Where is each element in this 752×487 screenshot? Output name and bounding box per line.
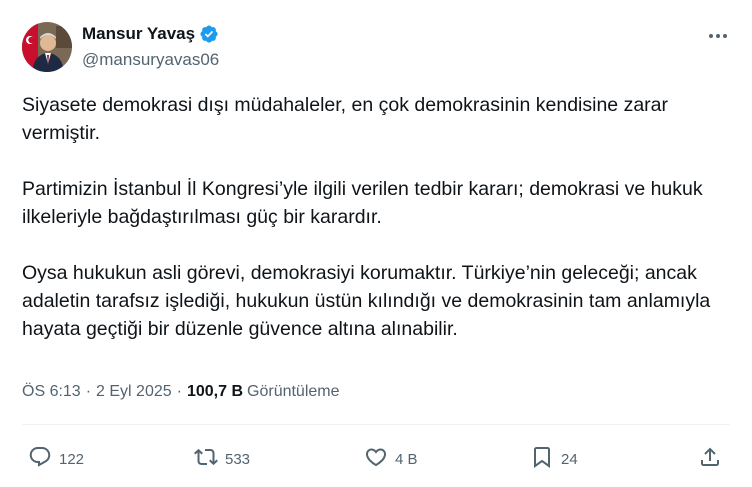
author-handle[interactable]: @mansuryavas06 — [82, 50, 219, 70]
retweet-button[interactable]: 533 — [194, 445, 250, 473]
tweet-meta: ÖS 6:13 · 2 Eyl 2025 · 100,7 B Görüntüle… — [22, 383, 340, 401]
bookmark-icon — [530, 445, 554, 473]
like-count: 4 B — [395, 450, 418, 468]
action-bar: 122 533 4 B 24 — [28, 445, 728, 473]
meta-separator: · — [85, 383, 92, 400]
share-icon — [698, 445, 722, 473]
like-button[interactable]: 4 B — [364, 445, 418, 473]
reply-button[interactable]: 122 — [28, 445, 84, 473]
retweet-count: 533 — [225, 450, 251, 468]
tweet-text: Siyasete demokrasi dışı müdahaleler, en … — [22, 91, 732, 371]
reply-icon — [28, 445, 52, 473]
share-button[interactable] — [698, 445, 722, 473]
author-name[interactable]: Mansur Yavaş — [82, 24, 195, 44]
author-name-row: Mansur Yavaş — [82, 24, 219, 44]
tweet-paragraph: Siyasete demokrasi dışı müdahaleler, en … — [22, 94, 668, 144]
views-label: Görüntüleme — [247, 383, 340, 400]
verified-badge-icon — [199, 24, 219, 44]
views-count: 100,7 B — [186, 383, 244, 400]
avatar[interactable] — [22, 22, 72, 72]
tweet-date[interactable]: 2 Eyl 2025 — [96, 383, 172, 401]
bookmark-count: 24 — [561, 450, 578, 468]
more-icon[interactable] — [706, 26, 730, 46]
like-icon — [364, 445, 388, 473]
tweet-card: Mansur Yavaş @mansuryavas06 Siyasete dem… — [0, 0, 752, 487]
divider — [22, 424, 730, 425]
tweet-paragraph: Oysa hukukun asli görevi, demokrasiyi ko… — [22, 262, 711, 340]
meta-separator: · — [176, 383, 182, 400]
reply-count: 122 — [59, 450, 85, 468]
retweet-icon — [194, 445, 218, 473]
tweet-paragraph: Partimizin İstanbul İl Kongresi’yle ilgi… — [22, 178, 703, 228]
bookmark-button[interactable]: 24 — [530, 445, 578, 473]
tweet-time[interactable]: ÖS 6:13 — [22, 383, 81, 401]
